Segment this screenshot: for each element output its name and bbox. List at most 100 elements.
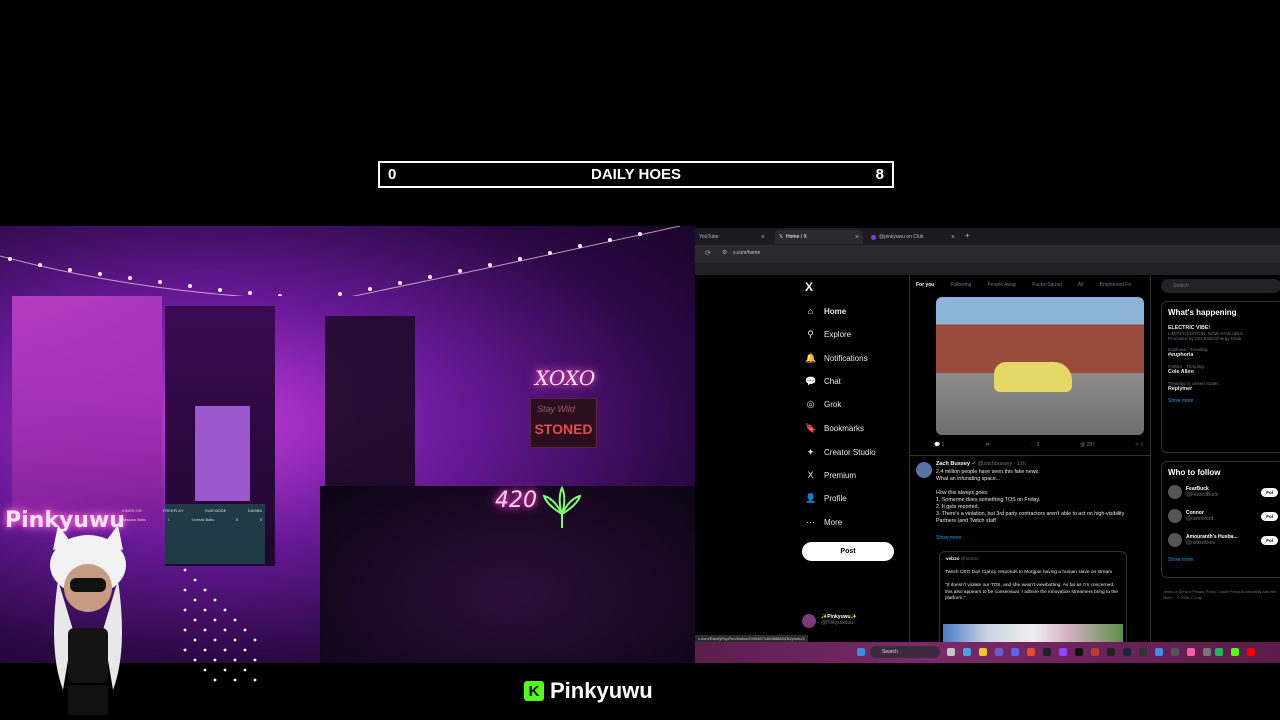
nav-label: More [824,518,843,527]
url-text[interactable]: x.com/home [733,250,760,256]
quoted-tweet[interactable]: velzzo @Velzzo Twitch CEO Dan Clancy res… [939,551,1127,645]
tab-following[interactable]: Following [950,282,971,288]
quote-text: Twitch CEO Dan Clancy responds to Morgpi… [945,570,1119,601]
kick-logo-icon: K [524,681,544,701]
show-more-link[interactable]: Show more [1168,557,1278,563]
discord-icon[interactable] [1011,648,1019,656]
taskbar-search[interactable]: Search [870,646,940,658]
trend-item[interactable]: Trending in United States Replymer [1168,381,1278,392]
close-icon[interactable]: × [855,234,859,241]
like-button[interactable]: ♡ 3 [1031,442,1040,448]
account-switcher[interactable]: ✨Pinkyuwu✨ @Pinkyuwuuu [802,614,857,628]
trend-item[interactable]: Euphoria · Trending #euphoria [1168,347,1278,358]
start-icon[interactable] [857,648,865,656]
nav-profile[interactable]: 👤 Profile [805,493,847,504]
nav-premium[interactable]: X Premium [805,470,856,480]
follow-button[interactable]: Fol [1261,535,1278,545]
streamer-name: Pinkyuwu [550,678,653,703]
nav-creator-studio[interactable]: ✦ Creator Studio [805,447,876,458]
tab-list[interactable]: Alt [1078,282,1084,288]
new-tab-icon[interactable]: + [965,231,970,240]
nav-more[interactable]: ⋯ More [805,517,842,528]
scoreboard-cell: 1 [167,517,170,522]
x-sidebar: X ⌂ Home ⚲ Explore 🔔 Notifications 💬 Cha… [800,278,910,638]
wall-poster [12,296,162,526]
repost-button[interactable]: ⇄ [985,442,989,448]
tab-list[interactable]: Fucks-Squad [1032,282,1061,288]
follow-suggestion[interactable]: FearBuck @FearedBuck Fol [1168,485,1278,499]
app-icon[interactable] [1155,648,1163,656]
neon-leaf-icon [542,485,582,528]
panel-title: Who to follow [1168,468,1221,477]
tab-list[interactable]: People Away [987,282,1016,288]
nav-chat[interactable]: 💬 Chat [805,376,841,387]
obs-icon[interactable] [1075,648,1083,656]
search-input[interactable]: Search [1161,279,1280,293]
app-icon[interactable] [1203,648,1211,656]
app-icon[interactable] [1107,648,1115,656]
task-view-icon[interactable] [947,648,955,656]
chat-icon: 💬 [805,376,817,386]
tweet-author[interactable]: Zach Bussey [936,461,970,467]
site-info-icon[interactable]: ⚙ [722,249,727,256]
app-icon[interactable] [1171,648,1179,656]
avatar [1168,509,1182,523]
app-icon[interactable] [995,648,1003,656]
reload-icon[interactable]: ⟳ [705,249,711,257]
scoreboard-cell: 0 [259,517,262,522]
tab-club[interactable]: @pinkyuwu on Club × [867,230,959,244]
nav-home[interactable]: ⌂ Home [805,306,846,316]
bookmark-icon: 🔖 [805,423,817,433]
follow-button[interactable]: Fol [1261,511,1278,521]
tweet[interactable]: Zach Bussey ✔ @zachbussey · 11h 2.4 mill… [910,455,1150,645]
account-handle: @Pinkyuwuuu [821,620,854,626]
browser-icon[interactable] [1027,648,1035,656]
follow-button[interactable]: Fol [1261,487,1278,497]
kick-icon[interactable] [1231,648,1239,656]
nav-notifications[interactable]: 🔔 Notifications [805,353,868,364]
show-more-link[interactable]: Show more [1168,398,1278,404]
follow-suggestion[interactable]: Connor @connorcrd Fol [1168,509,1278,523]
nav-label: Bookmarks [824,424,865,433]
follow-suggestion[interactable]: Amouranth's Husba... @nickwickee Fol [1168,533,1278,547]
close-icon[interactable]: × [951,234,955,241]
record-icon[interactable] [1247,648,1255,656]
app-icon[interactable] [1091,648,1099,656]
verified-icon: ✔ [971,461,977,467]
nav-grok[interactable]: ◎ Grok [805,399,842,410]
trend-item[interactable]: Politics · Trending Cole Allen [1168,364,1278,375]
nav-explore[interactable]: ⚲ Explore [805,329,851,340]
folder-icon[interactable] [979,648,987,656]
x-logo-icon[interactable]: X [805,280,813,294]
reply-button[interactable]: 💬 1 [934,442,944,448]
tab-youtube[interactable]: YouTube × [695,230,769,244]
trend-item[interactable]: ELECTRIC VIBE! LIMITED EDITION. NOW AVAI… [1168,325,1278,341]
footer-links[interactable]: Terms of Service Privacy Policy Cookie P… [1163,589,1280,601]
avatar [1168,485,1182,499]
steam-icon[interactable] [1123,648,1131,656]
spotify-icon[interactable] [1215,648,1223,656]
post-button[interactable]: Post [802,542,894,561]
app-icon[interactable] [963,648,971,656]
nav-label: Creator Studio [824,448,876,457]
tab-home-x[interactable]: 𝕏 Home / X × [775,230,863,244]
close-icon[interactable]: × [761,234,765,241]
nav-bookmarks[interactable]: 🔖 Bookmarks [805,423,864,434]
string-lights [0,226,681,296]
app-icon[interactable] [1187,648,1195,656]
tab-list[interactable]: Brightened Fo [1100,282,1131,288]
nav-label: Profile [824,494,847,503]
address-bar[interactable]: ⟳ ⚙ x.com/home [695,245,1280,263]
app-icon[interactable] [1139,648,1147,656]
twitch-icon[interactable] [1059,648,1067,656]
nav-label: Home [824,306,847,316]
tab-for-you[interactable]: For you [916,282,934,288]
scoreboard-cell: Overall Balls [191,517,215,522]
show-more-link[interactable]: Show more [936,535,961,541]
post-image[interactable] [936,297,1144,435]
avatar [1168,533,1182,547]
app-icon[interactable] [1043,648,1051,656]
bookmark-share-button[interactable]: ⌑ ⇪ [1136,442,1144,448]
views-button[interactable]: ▥ 287 [1080,442,1094,448]
timeline: For you Following People Away Fucks-Squa… [909,275,1151,645]
